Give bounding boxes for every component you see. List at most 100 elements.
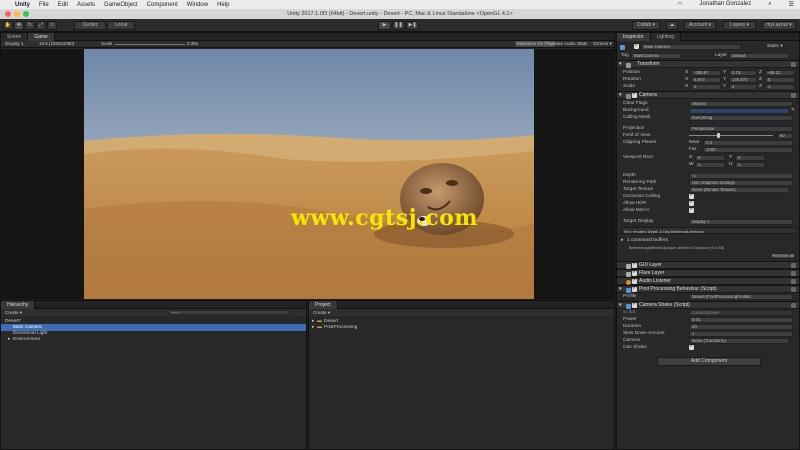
add-component-button[interactable]: Add Component xyxy=(657,357,761,366)
cloud-icon[interactable]: ☁ xyxy=(666,21,678,30)
minimize-window-button[interactable] xyxy=(14,11,20,17)
gear-icon[interactable] xyxy=(791,263,796,268)
command-buffers-row[interactable]: ▸ 1 command buffers xyxy=(617,237,799,244)
expand-arrow-icon[interactable]: ▸ xyxy=(621,237,623,244)
shake-camera-field[interactable]: None (Transform) xyxy=(689,337,789,344)
position-y-field[interactable]: 0.75 xyxy=(729,69,757,76)
hierarchy-item-environment[interactable]: ▸ Environment xyxy=(1,336,306,343)
mute-audio-toggle[interactable]: Mute Audio xyxy=(553,41,576,47)
scale-z-field[interactable]: 1 xyxy=(765,83,795,90)
camera-header[interactable]: ▾ Camera xyxy=(617,91,799,99)
pause-button[interactable]: ❚❚ xyxy=(392,21,405,30)
menu-list-icon[interactable]: ☰ xyxy=(789,1,794,8)
hierarchy-search-input[interactable] xyxy=(169,310,289,315)
post-processing-header[interactable]: ▾ Post Processing Behaviour (Script) xyxy=(617,285,799,293)
gear-icon[interactable] xyxy=(791,303,796,308)
menu-unity[interactable]: Unity xyxy=(15,2,30,8)
fov-slider-thumb[interactable] xyxy=(717,133,720,138)
msaa-checkbox[interactable] xyxy=(689,206,694,213)
static-dropdown[interactable]: Static ▾ xyxy=(767,43,783,50)
search-icon[interactable]: ⌕ xyxy=(768,1,771,8)
viewport-y-field[interactable]: 0 xyxy=(735,154,765,161)
pivot-center-toggle[interactable]: Center xyxy=(74,21,106,30)
rotation-x-field[interactable]: 6.974 xyxy=(691,76,721,83)
scale-y-field[interactable]: 1 xyxy=(729,83,757,90)
scale-x-field[interactable]: 1 xyxy=(691,83,721,90)
profile-field[interactable]: Desert (PostProcessingProfile) xyxy=(689,293,793,300)
viewport-x-field[interactable]: 0 xyxy=(695,154,725,161)
audio-listener-checkbox[interactable] xyxy=(632,277,637,284)
post-processing-checkbox[interactable] xyxy=(632,285,637,292)
hand-tool-icon[interactable]: ✋ xyxy=(3,21,13,30)
collapse-arrow-icon[interactable]: ▾ xyxy=(619,92,622,99)
tag-dropdown[interactable]: MainCamera xyxy=(631,52,681,59)
wifi-icon[interactable]: ◠ xyxy=(677,1,682,8)
flare-layer-checkbox[interactable] xyxy=(632,269,637,276)
rotation-y-field[interactable]: 176.872 xyxy=(729,76,757,83)
rotation-z-field[interactable]: 0 xyxy=(765,76,795,83)
hierarchy-create-button[interactable]: Create ▾ xyxy=(5,309,22,316)
target-display-dropdown[interactable]: Display 1 xyxy=(689,218,793,225)
gizmos-dropdown[interactable]: Gizmos ▾ xyxy=(593,41,612,47)
eyedropper-icon[interactable]: ✎ xyxy=(791,107,795,114)
gear-icon[interactable] xyxy=(791,93,796,98)
tab-project[interactable]: Project xyxy=(309,301,338,309)
project-folder-postprocessing[interactable]: ▸ ▬ PostProcessing xyxy=(309,324,614,331)
camera-shake-header[interactable]: ▾ Camera Shake (Script) xyxy=(617,301,799,309)
position-x-field[interactable]: -388.67 xyxy=(691,69,721,76)
gui-layer-header[interactable]: GUI Layer xyxy=(617,261,799,269)
game-view-render[interactable] xyxy=(84,49,534,299)
scale-slider[interactable] xyxy=(115,44,185,45)
layer-dropdown[interactable]: Default xyxy=(729,52,789,59)
gear-icon[interactable] xyxy=(791,271,796,276)
audio-listener-header[interactable]: Audio Listener xyxy=(617,277,799,285)
projection-dropdown[interactable]: Perspective xyxy=(689,125,793,132)
pivot-local-toggle[interactable]: Local xyxy=(107,21,135,30)
step-button[interactable]: ▶❚ xyxy=(406,21,419,30)
menu-edit[interactable]: Edit xyxy=(58,2,68,8)
slowdown-field[interactable]: 1 xyxy=(689,330,793,337)
can-shake-checkbox[interactable] xyxy=(689,343,694,350)
background-color-swatch[interactable] xyxy=(689,107,789,114)
viewport-w-field[interactable]: 1 xyxy=(695,161,725,168)
display-dropdown[interactable]: Display 1 xyxy=(5,41,24,47)
gear-icon[interactable] xyxy=(791,287,796,292)
active-checkbox[interactable] xyxy=(634,42,639,49)
stats-toggle[interactable]: Stats xyxy=(577,41,587,47)
menu-gameobject[interactable]: GameObject xyxy=(104,2,138,8)
account-dropdown[interactable]: Account ▾ xyxy=(684,21,716,30)
menu-help[interactable]: Help xyxy=(217,2,229,8)
project-create-button[interactable]: Create ▾ xyxy=(313,309,330,316)
collapse-arrow-icon[interactable]: ▾ xyxy=(619,61,622,68)
gui-layer-checkbox[interactable] xyxy=(632,261,637,268)
resolution-dropdown[interactable]: 16:9 (1920x1080) xyxy=(39,41,74,47)
transform-header[interactable]: ▾ Transform xyxy=(617,60,799,68)
play-button[interactable]: ▶ xyxy=(378,21,391,30)
target-texture-field[interactable]: None (Render Texture) xyxy=(689,186,789,193)
fov-field[interactable]: 60 xyxy=(777,132,793,139)
close-window-button[interactable] xyxy=(5,11,11,17)
rect-tool-icon[interactable]: ▭ xyxy=(47,21,57,30)
menu-component[interactable]: Component xyxy=(147,2,178,8)
power-field[interactable]: 0.01 xyxy=(689,316,793,323)
scale-tool-icon[interactable]: ⤢ xyxy=(36,21,46,30)
zoom-window-button[interactable] xyxy=(23,11,29,17)
move-tool-icon[interactable]: ✥ xyxy=(14,21,24,30)
flare-layer-header[interactable]: Flare Layer xyxy=(617,269,799,277)
tab-game[interactable]: Game xyxy=(28,33,55,41)
camera-enabled-checkbox[interactable] xyxy=(632,91,637,98)
duration-field[interactable]: 20 xyxy=(689,323,793,330)
tab-inspector[interactable]: Inspector xyxy=(617,33,651,41)
culling-mask-dropdown[interactable]: Everything xyxy=(689,114,793,121)
collapse-arrow-icon[interactable]: ▾ xyxy=(619,286,622,293)
menu-assets[interactable]: Assets xyxy=(77,2,95,8)
remove-all-button[interactable]: Remove all xyxy=(771,252,795,259)
viewport-h-field[interactable]: 1 xyxy=(735,161,765,168)
collapse-arrow-icon[interactable]: ▾ xyxy=(619,302,622,309)
gear-icon[interactable] xyxy=(791,279,796,284)
collab-button[interactable]: Collab ▾ xyxy=(632,21,660,30)
clear-flags-dropdown[interactable]: Skybox xyxy=(689,100,793,107)
fov-slider-track[interactable] xyxy=(689,135,773,136)
tab-hierarchy[interactable]: Hierarchy xyxy=(1,301,36,309)
rendering-path-dropdown[interactable]: Use Graphics Settings xyxy=(689,179,793,186)
